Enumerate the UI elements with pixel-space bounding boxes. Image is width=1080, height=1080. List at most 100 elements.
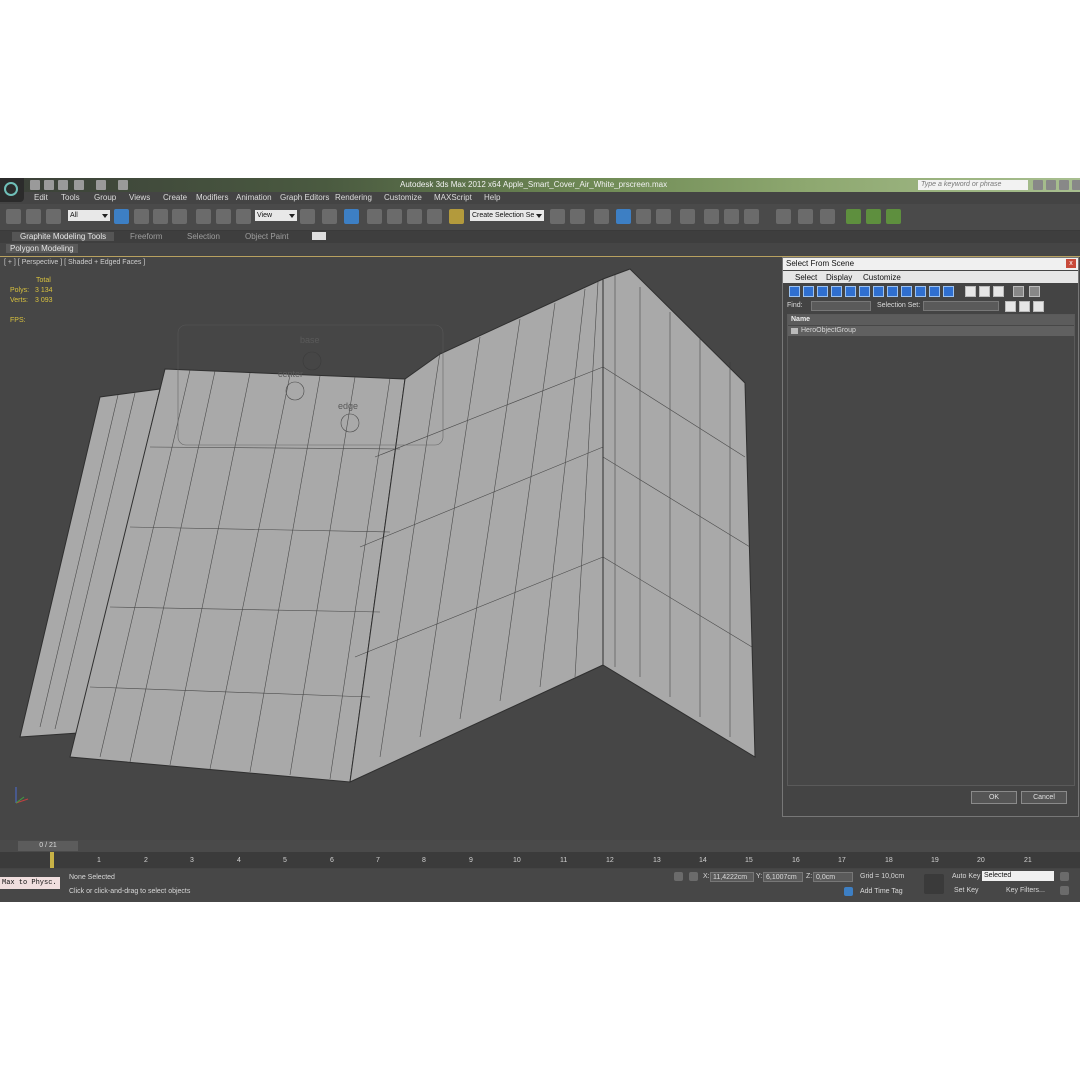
simulation-play-icon[interactable] [846, 209, 861, 224]
edit-named-selection-icon[interactable] [449, 209, 464, 224]
create-set-icon[interactable] [1005, 301, 1016, 312]
named-selection-set-dropdown[interactable]: Create Selection Se [470, 210, 544, 221]
menu-create[interactable]: Create [163, 193, 187, 202]
auto-key-button[interactable]: Auto Key [952, 873, 980, 880]
tab-freeform[interactable]: Freeform [130, 232, 162, 241]
mass-fx-icon[interactable] [776, 209, 791, 224]
filter-cameras-icon[interactable] [831, 286, 842, 297]
rotate-icon[interactable] [216, 209, 231, 224]
keyboard-shortcut-override-icon[interactable] [344, 209, 359, 224]
list-item[interactable]: HeroObjectGroup [788, 326, 1074, 336]
filter-spacewarps-icon[interactable] [859, 286, 870, 297]
curve-editor-icon[interactable] [636, 209, 651, 224]
selection-set-dropdown[interactable] [923, 301, 999, 311]
track-bar[interactable]: 1 2 3 4 5 6 7 8 9 10 11 12 13 14 15 16 1… [0, 852, 1080, 868]
undo-icon[interactable] [74, 180, 84, 190]
select-invert-icon[interactable] [993, 286, 1004, 297]
open-file-icon[interactable] [44, 180, 54, 190]
column-header-name[interactable]: Name [788, 315, 1074, 325]
pivot-center-icon[interactable] [300, 209, 315, 224]
dialog-title[interactable]: Select From Scene [783, 258, 1078, 270]
menu-tools[interactable]: Tools [61, 193, 80, 202]
ribbon-options-icon[interactable] [312, 232, 326, 240]
rendered-frame-window-icon[interactable] [724, 209, 739, 224]
constraint-icon[interactable] [820, 209, 835, 224]
material-editor-icon[interactable] [680, 209, 695, 224]
menu-modifiers[interactable]: Modifiers [196, 193, 228, 202]
select-manipulate-icon[interactable] [322, 209, 337, 224]
menu-maxscript[interactable]: MAXScript [434, 193, 472, 202]
filter-hidden-icon[interactable] [943, 286, 954, 297]
filter-xrefs-icon[interactable] [887, 286, 898, 297]
help-icon[interactable] [1046, 180, 1056, 190]
polygon-modeling-panel[interactable]: Polygon Modeling [6, 244, 78, 253]
filter-options-icon[interactable] [1029, 286, 1040, 297]
percent-snap-icon[interactable] [407, 209, 422, 224]
menu-edit[interactable]: Edit [34, 193, 48, 202]
binoculars-icon[interactable] [1033, 180, 1043, 190]
set-key-button[interactable]: Set Key [954, 887, 979, 894]
filter-funnel-icon[interactable] [1013, 286, 1024, 297]
select-by-name-icon[interactable] [134, 209, 149, 224]
selection-filter-dropdown[interactable]: All [68, 210, 110, 221]
filter-helpers-icon[interactable] [845, 286, 856, 297]
project-folder-icon[interactable] [118, 180, 128, 190]
filter-shapes-icon[interactable] [803, 286, 814, 297]
select-none-icon[interactable] [979, 286, 990, 297]
filter-bones-icon[interactable] [901, 286, 912, 297]
app-logo-icon[interactable] [0, 178, 24, 202]
filter-containers-icon[interactable] [915, 286, 926, 297]
time-slider[interactable]: 0 / 21 [18, 841, 78, 851]
render-setup-icon[interactable] [704, 209, 719, 224]
link-icon[interactable] [6, 209, 21, 224]
move-icon[interactable] [196, 209, 211, 224]
dialog-menu-select[interactable]: Select [795, 273, 817, 282]
filter-frozen-icon[interactable] [929, 286, 940, 297]
render-production-icon[interactable] [744, 209, 759, 224]
menu-rendering[interactable]: Rendering [335, 193, 372, 202]
select-all-icon[interactable] [965, 286, 976, 297]
dialog-menu-display[interactable]: Display [826, 273, 852, 282]
tab-graphite-modeling-tools[interactable]: Graphite Modeling Tools [12, 232, 115, 241]
bind-space-warp-icon[interactable] [46, 209, 61, 224]
spinner-snap-icon[interactable] [427, 209, 442, 224]
menu-help[interactable]: Help [484, 193, 500, 202]
go-to-start-icon[interactable] [1060, 872, 1069, 881]
time-tag-icon[interactable] [844, 887, 853, 896]
help-menu-icon[interactable] [1072, 180, 1080, 190]
unlink-icon[interactable] [26, 209, 41, 224]
delete-set-icon[interactable] [1033, 301, 1044, 312]
scale-icon[interactable] [236, 209, 251, 224]
absolute-mode-icon[interactable] [689, 872, 698, 881]
save-file-icon[interactable] [58, 180, 68, 190]
z-coordinate-field[interactable]: 0,0cm [813, 872, 853, 882]
selection-lock-icon[interactable] [674, 872, 683, 881]
search-input[interactable]: Type a keyword or phrase [918, 180, 1028, 190]
maxscript-listener[interactable]: Max to Physc. [0, 877, 60, 889]
rigid-body-icon[interactable] [798, 209, 813, 224]
tab-object-paint[interactable]: Object Paint [245, 232, 289, 241]
graphite-toggle-icon[interactable] [616, 209, 631, 224]
edit-set-icon[interactable] [1019, 301, 1030, 312]
filter-geometry-icon[interactable] [789, 286, 800, 297]
select-object-icon[interactable] [114, 209, 129, 224]
key-icon[interactable] [924, 874, 944, 894]
menu-group[interactable]: Group [94, 193, 116, 202]
align-icon[interactable] [570, 209, 585, 224]
close-icon[interactable]: x [1066, 259, 1076, 268]
current-frame-marker[interactable] [50, 852, 54, 868]
menu-animation[interactable]: Animation [236, 193, 272, 202]
menu-graph-editors[interactable]: Graph Editors [280, 193, 329, 202]
filter-lights-icon[interactable] [817, 286, 828, 297]
layer-manager-icon[interactable] [594, 209, 609, 224]
schematic-view-icon[interactable] [656, 209, 671, 224]
reference-coordinate-dropdown[interactable]: View [255, 210, 297, 221]
angle-snap-icon[interactable] [387, 209, 402, 224]
rectangular-selection-icon[interactable] [153, 209, 168, 224]
new-file-icon[interactable] [30, 180, 40, 190]
simulation-step-icon[interactable] [866, 209, 881, 224]
menu-views[interactable]: Views [129, 193, 150, 202]
x-coordinate-field[interactable]: 11,4222cm [710, 872, 754, 882]
filter-groups-icon[interactable] [873, 286, 884, 297]
key-mode-dropdown[interactable]: Selected [982, 871, 1054, 881]
